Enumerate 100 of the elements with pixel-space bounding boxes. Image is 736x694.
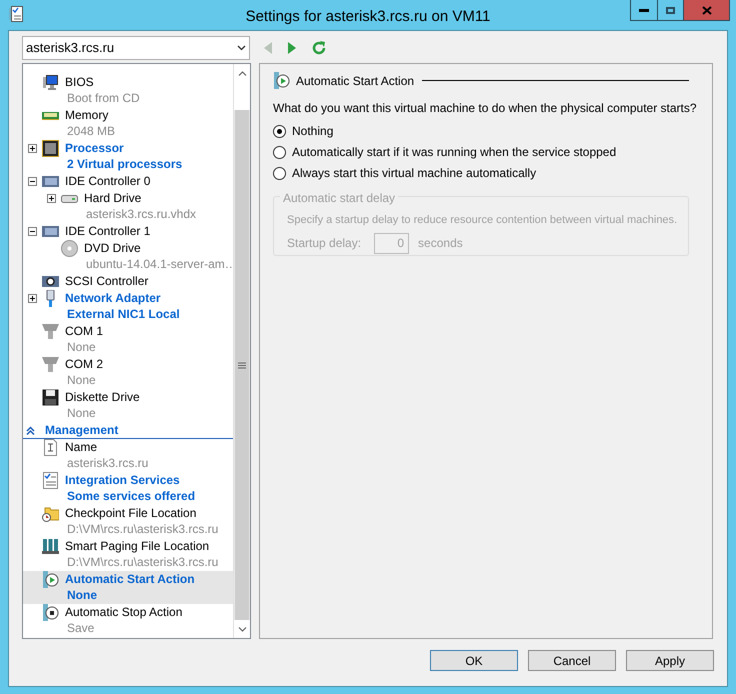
window-title: Settings for asterisk3.rcs.ru on VM11 [246,7,490,27]
item-detail: ubuntu-14.04.1-server-am… [85,256,229,273]
item-label: Processor [65,140,125,156]
item-detail: None [66,587,98,604]
item-label: Name [65,439,98,455]
radio-button[interactable] [273,146,286,158]
tree-item[interactable]: Automatic Stop Action Save [23,604,233,637]
item-label: Network Adapter [65,290,162,306]
controller-icon [42,173,59,190]
stop-icon [42,604,59,621]
item-label: COM 1 [65,323,104,339]
item-detail: None [66,405,97,422]
settings-checklist-icon [9,6,23,22]
document-icon [42,439,59,456]
tree-item[interactable]: Processor 2 Virtual processors [23,140,233,173]
play-icon [273,72,290,89]
serial-port-icon [42,323,59,340]
scroll-thumb[interactable] [235,110,249,620]
item-label: IDE Controller 0 [65,173,150,189]
item-label: Smart Paging File Location [65,538,210,554]
item-label: DVD Drive [84,240,142,256]
item-detail: None [66,372,97,389]
item-label: Automatic Start Action [65,571,195,587]
scrollbar[interactable] [233,64,250,638]
item-label: Memory [65,107,110,123]
dialog-button[interactable]: OK [430,650,518,671]
item-detail: Save [66,620,96,637]
item-detail: Boot from CD [66,90,140,107]
tree-item[interactable]: Diskette Drive None [23,389,233,422]
scroll-up-icon [238,70,246,76]
scroll-down-icon [238,626,246,632]
tree-item[interactable]: Integration Services Some services offered [23,472,233,505]
monitor-icon [42,74,59,91]
folder-clock-icon [42,505,59,522]
tree-item[interactable]: Checkpoint File Location D:\VM\rcs.ru\asterisk3.rcs.ru [23,505,233,538]
expand-toggle[interactable] [28,294,37,303]
item-label: COM 2 [65,356,104,372]
radio-option[interactable]: Always start this virtual machine automatically [273,166,536,180]
section-title: Automatic Start Action [296,72,414,90]
radio-button[interactable] [273,166,286,180]
radio-option[interactable]: Nothing [273,124,334,138]
scsi-controller-icon [42,273,59,290]
close-icon [702,6,712,14]
grip-icon [238,362,246,368]
item-label: SCSI Controller [65,273,148,289]
play-icon [42,571,59,588]
item-label: BIOS [65,74,95,90]
tree-item[interactable]: IDE Controller 0 [23,173,233,190]
item-label: Diskette Drive [65,389,140,405]
expand-toggle[interactable] [28,144,37,153]
unit-label: seconds [418,235,463,252]
collapse-toggle[interactable] [28,227,37,236]
dialog-button[interactable]: Apply [626,650,714,671]
tree-item[interactable]: DVD Drive ubuntu-14.04.1-server-am… [23,240,233,273]
group-description: Specify a startup delay to reduce resource contention between virtual machines. [287,213,678,228]
controller-icon [42,223,59,240]
tree-item[interactable]: Memory 2048 MB [23,107,233,140]
forward-arrow-icon[interactable] [287,41,297,55]
tree-item[interactable]: COM 2 None [23,356,233,389]
disc-icon [61,240,78,257]
item-detail: External NIC1 Local [66,306,180,323]
serial-port-icon [42,356,59,373]
item-detail: 2 Virtual processors [66,156,182,173]
item-label: IDE Controller 1 [65,223,150,239]
refresh-icon[interactable] [311,40,327,56]
question-text: What do you want this virtual machine to do when the physical computer starts? [273,100,698,117]
tree-item[interactable]: BIOS Boot from CD [23,74,233,107]
item-detail: asterisk3.rcs.ru.vhdx [85,206,196,223]
processor-icon [42,140,59,157]
item-detail: asterisk3.rcs.ru [66,455,148,472]
tree-item[interactable]: Hard Drive asterisk3.rcs.ru.vhdx [23,190,233,223]
collapse-toggle[interactable] [28,177,37,186]
expand-toggle[interactable] [47,194,56,203]
item-label: Integration Services [65,472,181,488]
tree-item[interactable]: IDE Controller 1 [23,223,233,240]
radio-button[interactable] [273,124,286,138]
chevron-down-icon [237,45,246,51]
radio-option[interactable]: Automatically start if it was running when the service stopped [273,145,616,159]
vm-dropdown[interactable]: asterisk3.rcs.ru [22,36,250,60]
tree-item[interactable]: Smart Paging File Location D:\VM\rcs.ru\asterisk3.rcs.ru [23,538,233,571]
double-chevron-icon[interactable] [26,426,35,434]
item-label: Automatic Stop Action [65,604,182,620]
dialog-button[interactable]: Cancel [528,650,616,671]
item-label: Checkpoint File Location [65,505,198,521]
minimize-button[interactable] [630,0,658,21]
checklist-icon [42,472,59,489]
field-label: Startup delay: [287,235,362,252]
memory-module-icon [42,538,59,555]
item-detail: D:\VM\rcs.ru\asterisk3.rcs.ru [66,521,218,538]
tree-item[interactable]: Network Adapter External NIC1 Local [23,290,233,323]
tree-item[interactable]: Automatic Start Action None [23,571,233,604]
item-detail: Some services offered [66,488,196,505]
item-label: Hard Drive [84,190,142,206]
tree-item[interactable]: SCSI Controller [23,273,233,290]
tree-item[interactable]: Name asterisk3.rcs.ru [23,439,233,472]
item-detail: 2048 MB [66,123,116,140]
tree-item[interactable]: COM 1 None [23,323,233,356]
item-detail: D:\VM\rcs.ru\asterisk3.rcs.ru [66,554,218,571]
close-button[interactable] [684,0,730,21]
item-detail: None [66,339,97,356]
